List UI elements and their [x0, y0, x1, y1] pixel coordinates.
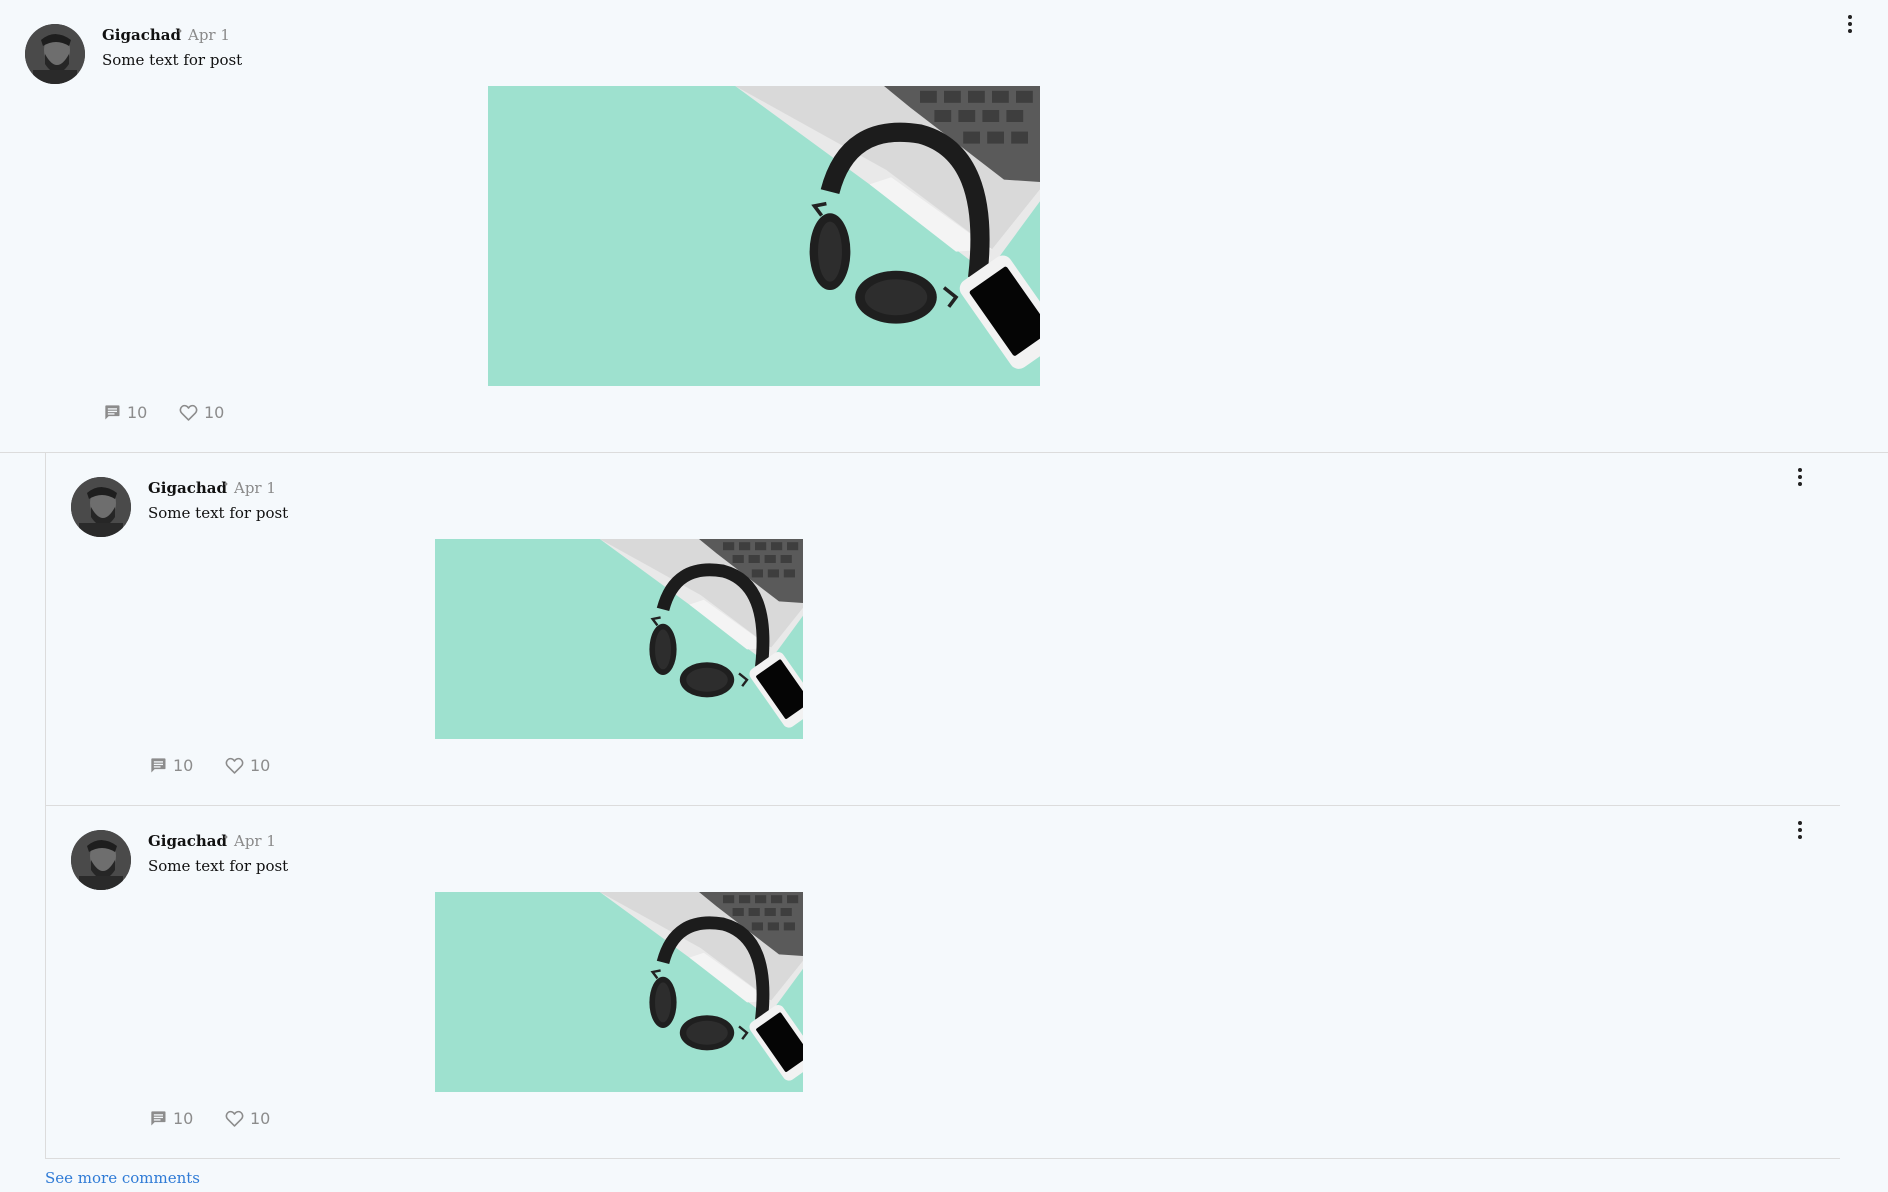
post-date: Apr 1	[234, 479, 276, 497]
post-text: Some text for post	[148, 857, 289, 875]
comment-count: 10	[173, 755, 194, 775]
heart-icon	[178, 402, 199, 423]
meta-separator: •	[223, 833, 229, 844]
meta-separator: •	[223, 480, 229, 491]
headphones-laptop-photo	[435, 539, 803, 739]
headphones-laptop-photo	[435, 892, 803, 1092]
more-vert-icon[interactable]	[1790, 465, 1810, 489]
comment-count-button[interactable]: 10	[148, 1108, 193, 1128]
heart-icon	[224, 1108, 245, 1129]
like-count: 10	[250, 1109, 271, 1128]
avatar[interactable]	[25, 24, 85, 84]
comment-count-button[interactable]: 10	[102, 402, 147, 422]
comment-count-button[interactable]: 10	[148, 755, 193, 775]
post-text: Some text for post	[148, 504, 289, 522]
comment-count: 10	[127, 402, 148, 422]
post-image[interactable]	[488, 86, 1040, 386]
avatar-image	[25, 24, 85, 84]
like-button[interactable]: 10	[178, 402, 224, 423]
meta-separator: •	[177, 27, 183, 38]
headphones-laptop-photo	[488, 86, 1040, 386]
more-vert-icon[interactable]	[1840, 12, 1860, 36]
divider	[0, 452, 1888, 453]
author-name[interactable]: Gigachad	[148, 832, 227, 850]
post-image[interactable]	[435, 539, 803, 739]
author-name[interactable]: Gigachad	[102, 26, 181, 44]
more-vert-icon[interactable]	[1790, 818, 1810, 842]
heart-icon	[224, 755, 245, 776]
post-date: Apr 1	[188, 26, 230, 44]
avatar[interactable]	[71, 830, 131, 890]
comment-icon	[148, 1108, 168, 1128]
comment-count: 10	[173, 1108, 194, 1128]
like-count: 10	[250, 756, 271, 775]
comments-feed: Gigachad • Apr 1 Some text for post 10 1…	[0, 0, 1888, 1192]
like-button[interactable]: 10	[224, 755, 270, 776]
avatar-image	[71, 477, 131, 537]
divider	[45, 1158, 1840, 1159]
see-more-comments-link[interactable]: See more comments	[45, 1169, 200, 1187]
avatar-image	[71, 830, 131, 890]
like-button[interactable]: 10	[224, 1108, 270, 1129]
comment-icon	[148, 755, 168, 775]
divider	[45, 805, 1840, 806]
avatar[interactable]	[71, 477, 131, 537]
post-image[interactable]	[435, 892, 803, 1092]
author-name[interactable]: Gigachad	[148, 479, 227, 497]
post-date: Apr 1	[234, 832, 276, 850]
post-text: Some text for post	[102, 51, 243, 69]
comment-icon	[102, 402, 122, 422]
like-count: 10	[204, 403, 225, 422]
